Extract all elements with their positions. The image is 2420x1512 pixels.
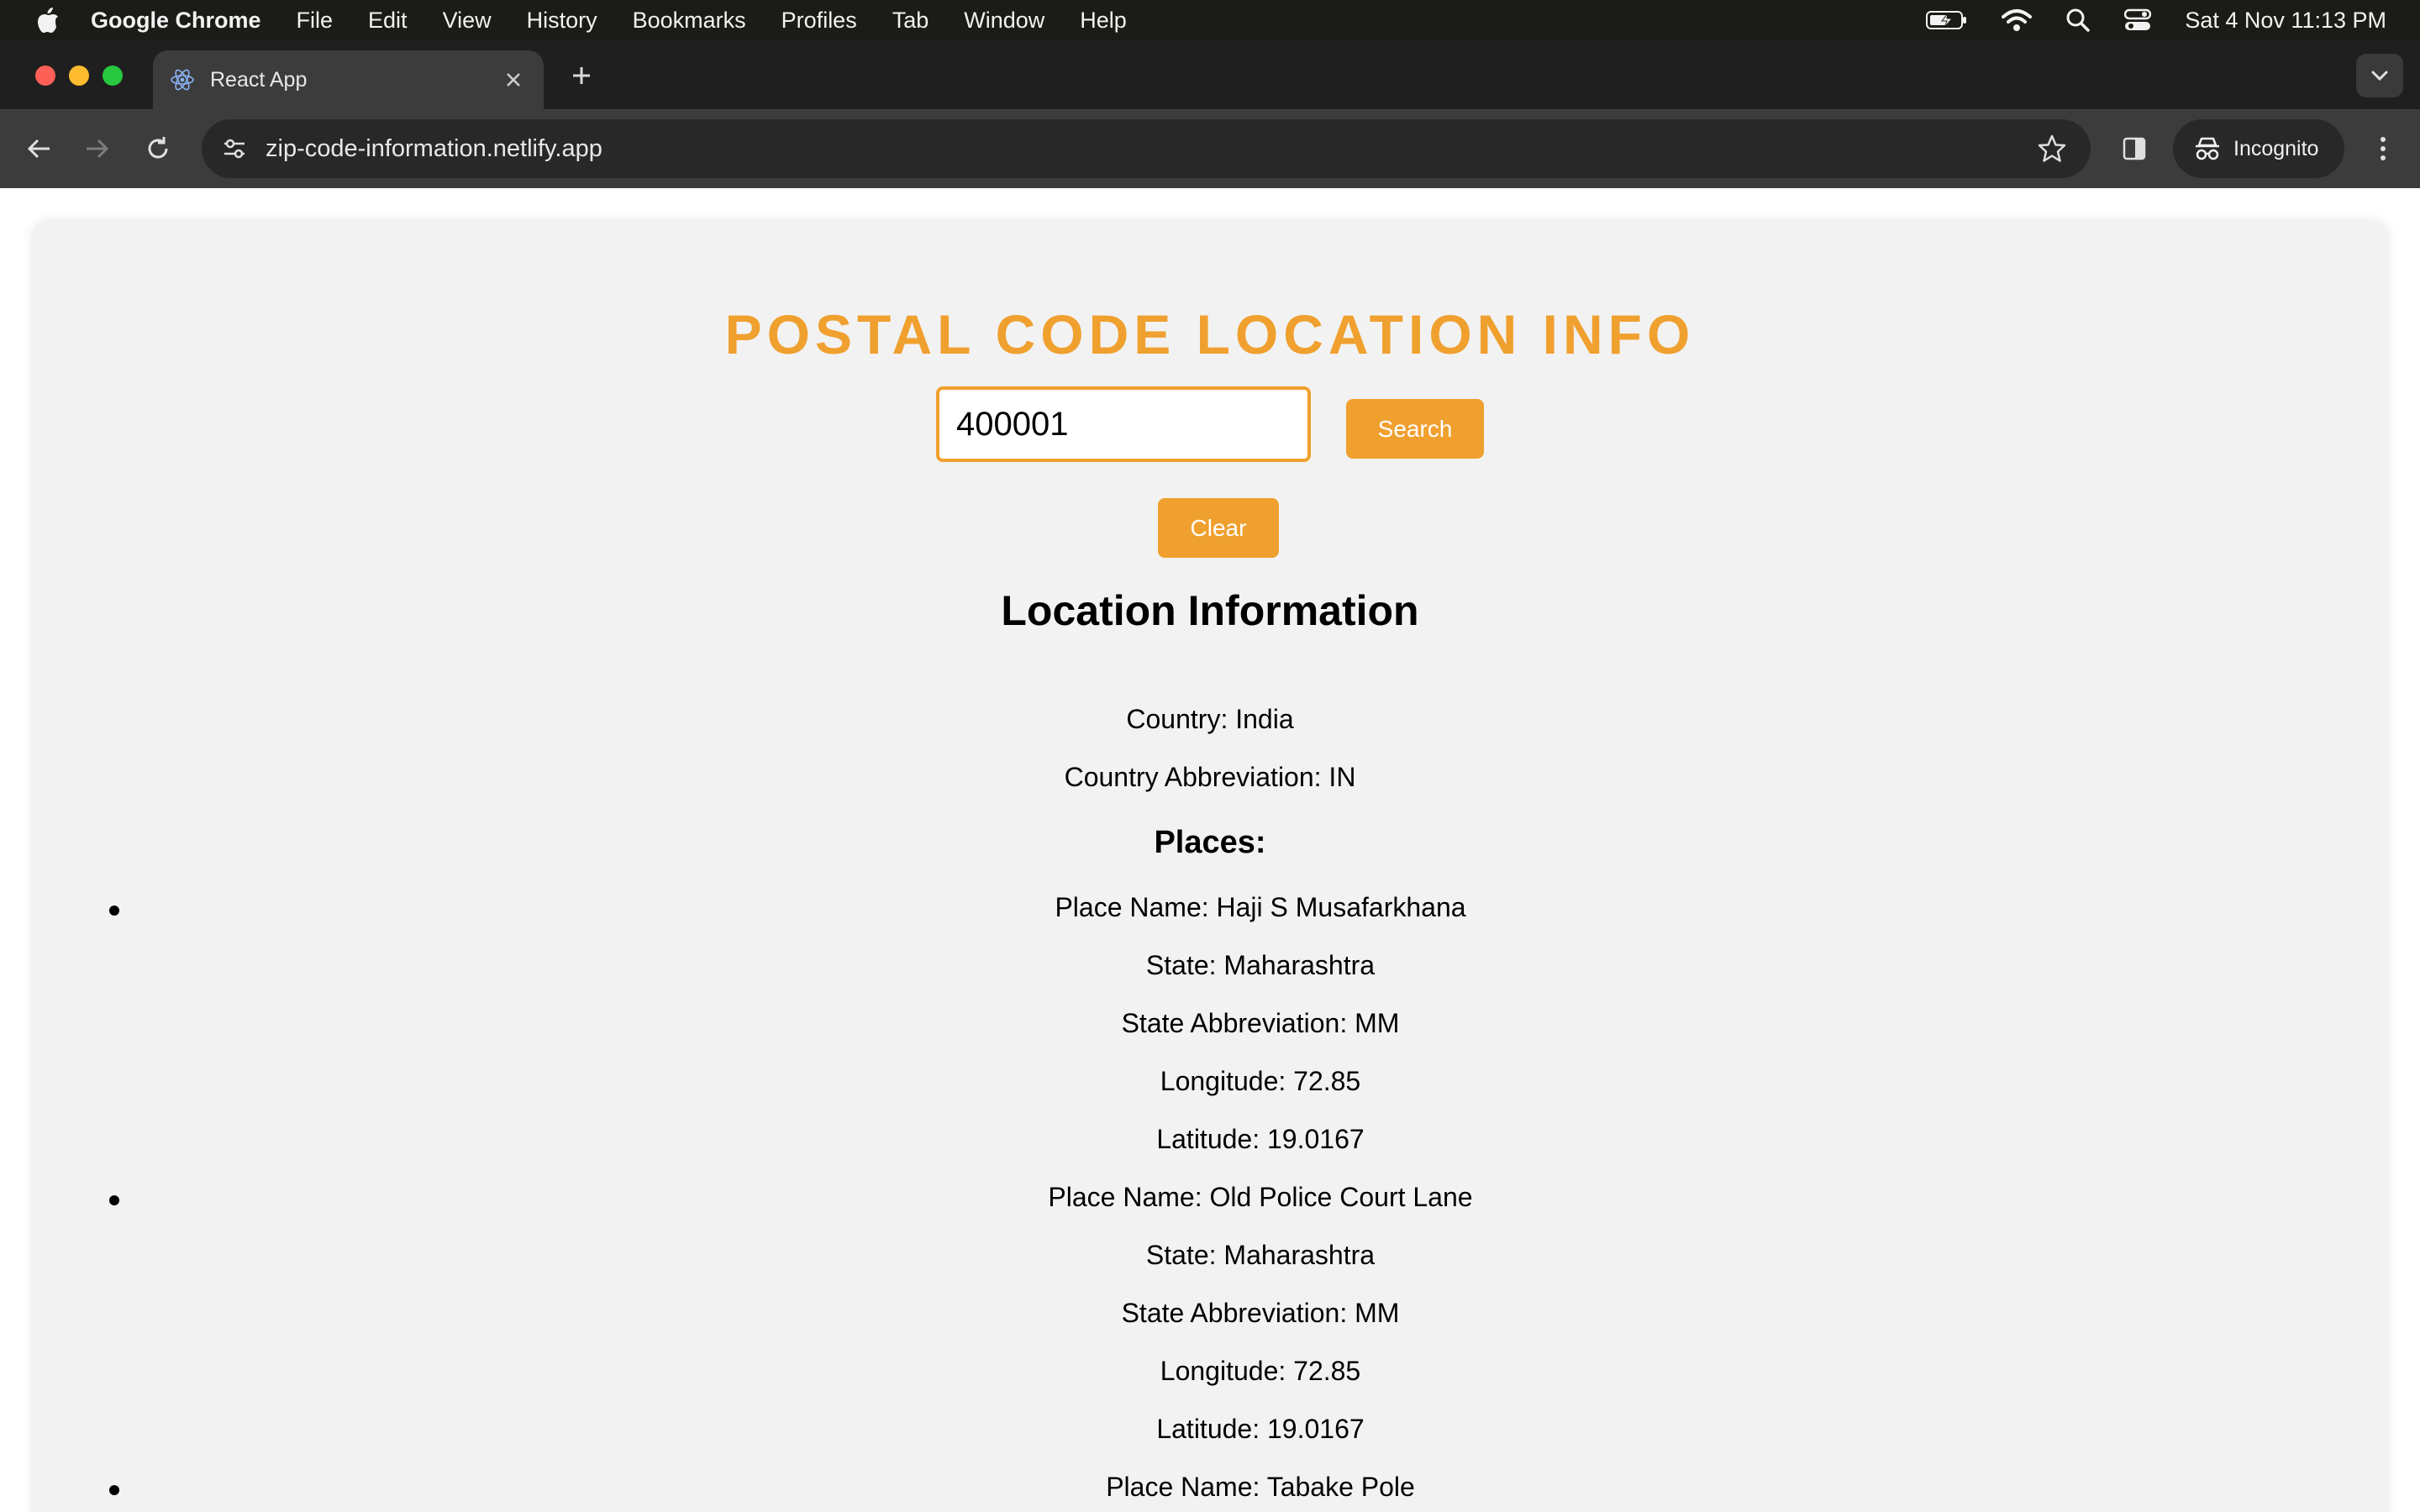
react-favicon-icon [170, 67, 195, 92]
country-text: Country: India [1126, 704, 1294, 734]
incognito-label: Incognito [2233, 136, 2319, 160]
app-card: POSTAL CODE LOCATION INFO Search Clear L… [34, 222, 2386, 1512]
clear-button[interactable]: Clear [1158, 498, 1279, 558]
list-bullet [109, 1485, 119, 1495]
tab-close-icon[interactable] [498, 65, 529, 95]
menu-history[interactable]: History [527, 8, 597, 34]
place-state-text: State: Maharashtra [1145, 950, 1376, 980]
menu-app-name[interactable]: Google Chrome [91, 8, 261, 34]
browser-toolbar: zip-code-information.netlify.app Incogni… [0, 109, 2420, 188]
browser-tab-strip: React App [0, 40, 2420, 109]
postal-code-input[interactable] [936, 386, 1311, 462]
macos-menu-bar: Google Chrome File Edit View History Boo… [0, 0, 2420, 40]
location-information-heading: Location Information [1001, 587, 1419, 634]
place-state-abbreviation-text: State Abbreviation: MM [1121, 1008, 1400, 1038]
search-button[interactable]: Search [1346, 399, 1484, 459]
place-name-text: Place Name: Old Police Court Lane [1048, 1182, 1473, 1212]
place-state-text: State: Maharashtra [1145, 1240, 1376, 1270]
place-state-abbreviation-text: State Abbreviation: MM [1121, 1298, 1400, 1328]
site-info-tune-icon[interactable] [217, 131, 252, 166]
place-longitude-text: Longitude: 72.85 [1160, 1066, 1361, 1096]
place-name-text: Place Name: Tabake Pole [1106, 1472, 1415, 1502]
menu-tab[interactable]: Tab [892, 8, 929, 34]
incognito-icon [2196, 137, 2219, 160]
menu-view[interactable]: View [443, 8, 492, 34]
apple-logo-icon[interactable] [34, 6, 62, 34]
forward-arrow-icon[interactable] [77, 129, 118, 169]
menu-window[interactable]: Window [964, 8, 1044, 34]
tab-react-app[interactable]: React App [153, 50, 544, 109]
place-name-text: Place Name: Haji S Musafarkhana [1055, 892, 1466, 922]
list-bullet [109, 906, 119, 916]
address-url[interactable]: zip-code-information.netlify.app [266, 135, 602, 163]
address-bar[interactable]: zip-code-information.netlify.app [202, 119, 2091, 178]
country-abbreviation-text: Country Abbreviation: IN [1064, 762, 1356, 792]
back-arrow-icon[interactable] [18, 129, 59, 169]
reload-icon[interactable] [138, 129, 178, 169]
incognito-profile-button[interactable]: Incognito [2173, 119, 2344, 178]
new-tab-plus-icon[interactable] [563, 57, 600, 94]
page-title: POSTAL CODE LOCATION INFO [724, 303, 1696, 365]
menu-edit[interactable]: Edit [368, 8, 408, 34]
spotlight-search-icon[interactable] [2065, 8, 2091, 33]
page-viewport: POSTAL CODE LOCATION INFO Search Clear L… [0, 188, 2420, 1512]
menu-bookmarks[interactable]: Bookmarks [633, 8, 746, 34]
tab-search-chevron-down-icon[interactable] [2356, 54, 2403, 97]
place-longitude-text: Longitude: 72.85 [1160, 1356, 1361, 1386]
place-latitude-text: Latitude: 19.0167 [1156, 1124, 1365, 1154]
side-panel-icon[interactable] [2114, 129, 2154, 169]
places-heading: Places: [1154, 825, 1266, 860]
menubar-clock[interactable]: Sat 4 Nov 11:13 PM [2185, 8, 2386, 34]
window-close-button[interactable] [35, 66, 55, 86]
menu-profiles[interactable]: Profiles [781, 8, 857, 34]
tab-title: React App [210, 67, 308, 92]
window-zoom-button[interactable] [103, 66, 123, 86]
control-center-icon[interactable] [2124, 8, 2152, 32]
menu-help[interactable]: Help [1080, 8, 1127, 34]
chrome-menu-kebab-icon[interactable] [2363, 129, 2403, 169]
bookmark-star-icon[interactable] [2037, 134, 2067, 171]
menu-file[interactable]: File [297, 8, 334, 34]
wifi-icon[interactable] [2002, 8, 2033, 32]
battery-charging-icon[interactable] [1926, 9, 1968, 31]
list-bullet [109, 1195, 119, 1205]
place-latitude-text: Latitude: 19.0167 [1156, 1414, 1365, 1444]
window-minimize-button[interactable] [69, 66, 89, 86]
